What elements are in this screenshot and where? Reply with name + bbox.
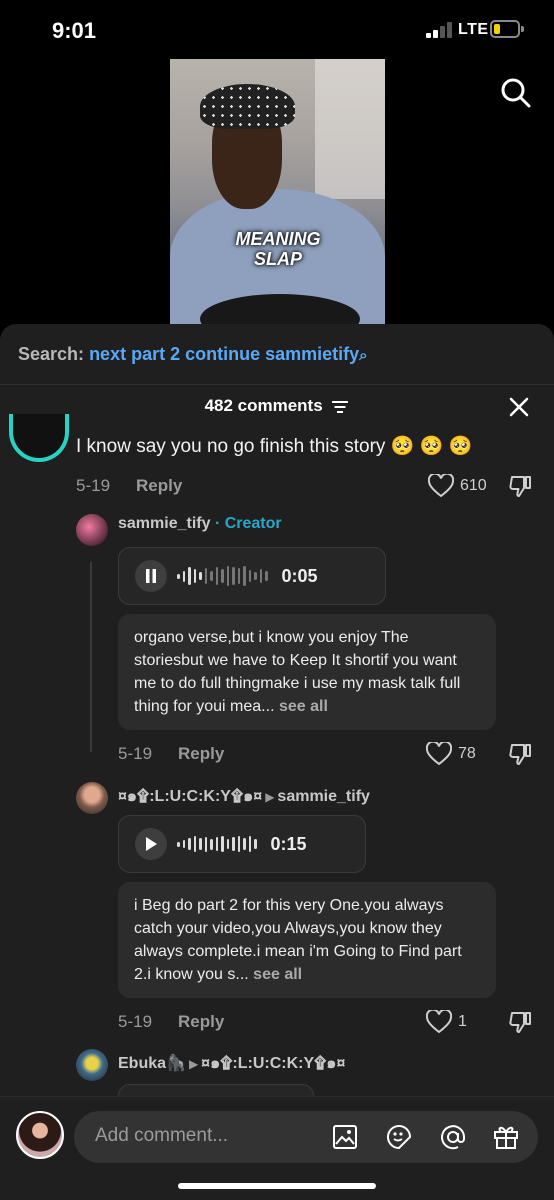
avatar[interactable] bbox=[16, 1111, 64, 1159]
comment-bubble[interactable]: i Beg do part 2 for this very One.you al… bbox=[118, 882, 496, 998]
dislike-icon[interactable] bbox=[508, 474, 532, 498]
comment-placeholder: Add comment... bbox=[95, 1125, 229, 1146]
status-bar: 9:01 LTE bbox=[0, 0, 554, 60]
heart-icon bbox=[428, 474, 454, 498]
waveform bbox=[177, 834, 257, 854]
username[interactable]: sammie_tify · Creator bbox=[118, 515, 282, 533]
like-button[interactable]: 1 bbox=[426, 1010, 467, 1034]
play-icon[interactable] bbox=[135, 828, 167, 860]
reply-to-username[interactable]: sammie_tify bbox=[277, 788, 370, 805]
comment-text: I know say you no go finish this story 🥺… bbox=[76, 436, 473, 457]
comment-meta: 5-19 Reply bbox=[118, 744, 224, 764]
search-suggestion[interactable]: Search: next part 2 continue sammietify⌕ bbox=[18, 344, 368, 365]
waveform bbox=[177, 566, 268, 586]
heart-icon bbox=[426, 1010, 452, 1034]
network-type: LTE bbox=[458, 21, 489, 38]
reply-button[interactable]: Reply bbox=[178, 1012, 224, 1031]
comments-sheet: Search: next part 2 continue sammietify⌕… bbox=[0, 324, 554, 1200]
mention-icon[interactable] bbox=[439, 1123, 467, 1151]
close-icon[interactable] bbox=[508, 396, 530, 418]
username[interactable]: ¤๑۩:L:U:C:K:Y۩๑¤ ▶ sammie_tify bbox=[118, 784, 370, 809]
reply-arrow-icon: ▶ bbox=[265, 790, 275, 804]
reply-arrow-icon: ▶ bbox=[188, 1057, 199, 1071]
comment-date: 5-19 bbox=[118, 1012, 153, 1031]
divider bbox=[0, 384, 554, 385]
pause-icon[interactable] bbox=[135, 560, 167, 592]
comments-header: 482 comments bbox=[0, 396, 554, 416]
avatar[interactable] bbox=[9, 414, 69, 462]
username[interactable]: Ebuka🦍 ▶ ¤๑۩:L:U:C:K:Y۩๑¤ bbox=[118, 1051, 345, 1076]
signal-icon bbox=[426, 22, 454, 38]
comment-date: 5-19 bbox=[76, 476, 111, 495]
reply-to-username[interactable]: ¤๑۩:L:U:C:K:Y۩๑¤ bbox=[201, 1055, 345, 1072]
battery-icon bbox=[490, 20, 524, 38]
comment-composer: Add comment... bbox=[0, 1096, 554, 1200]
video-caption: MEANING SLAP bbox=[235, 229, 321, 269]
reply-button[interactable]: Reply bbox=[136, 476, 182, 495]
image-icon[interactable] bbox=[331, 1123, 359, 1151]
voice-duration: 0:05 bbox=[281, 565, 318, 586]
comments-count: 482 comments bbox=[204, 396, 323, 415]
search-icon[interactable] bbox=[498, 75, 532, 109]
like-button[interactable]: 610 bbox=[428, 474, 487, 498]
comment-bubble[interactable]: organo verse,but i know you enjoy The st… bbox=[118, 614, 496, 730]
like-button[interactable]: 78 bbox=[426, 742, 476, 766]
home-indicator bbox=[178, 1183, 376, 1189]
heart-icon bbox=[426, 742, 452, 766]
status-time: 9:01 bbox=[52, 18, 97, 43]
search-query[interactable]: next part 2 continue sammietify bbox=[89, 344, 359, 364]
avatar[interactable] bbox=[76, 1049, 108, 1081]
comment-input[interactable]: Add comment... bbox=[74, 1111, 538, 1163]
search-icon: ⌕ bbox=[359, 347, 368, 364]
sticker-icon[interactable] bbox=[385, 1123, 413, 1151]
creator-badge: · Creator bbox=[214, 515, 282, 532]
voice-message[interactable]: 0:05 bbox=[118, 547, 386, 605]
see-all-link[interactable]: see all bbox=[253, 966, 302, 983]
search-label: Search: bbox=[18, 344, 85, 364]
like-count: 1 bbox=[458, 1013, 467, 1030]
comment-date: 5-19 bbox=[118, 744, 153, 763]
video-preview[interactable]: MEANING SLAP bbox=[170, 59, 385, 325]
reply-button[interactable]: Reply bbox=[178, 744, 224, 763]
comment-meta: 5-19 Reply bbox=[118, 1012, 224, 1032]
gift-icon[interactable] bbox=[492, 1123, 520, 1151]
filter-icon[interactable] bbox=[331, 400, 349, 414]
like-count: 610 bbox=[460, 477, 487, 494]
voice-duration: 0:15 bbox=[270, 833, 307, 854]
like-count: 78 bbox=[458, 745, 476, 762]
voice-message[interactable]: 0:15 bbox=[118, 815, 366, 873]
dislike-icon[interactable] bbox=[508, 742, 532, 766]
avatar[interactable] bbox=[76, 514, 108, 546]
dislike-icon[interactable] bbox=[508, 1010, 532, 1034]
thread-line bbox=[90, 562, 92, 752]
avatar[interactable] bbox=[76, 782, 108, 814]
comment-meta: 5-19 Reply bbox=[76, 476, 182, 496]
see-all-link[interactable]: see all bbox=[279, 698, 328, 715]
